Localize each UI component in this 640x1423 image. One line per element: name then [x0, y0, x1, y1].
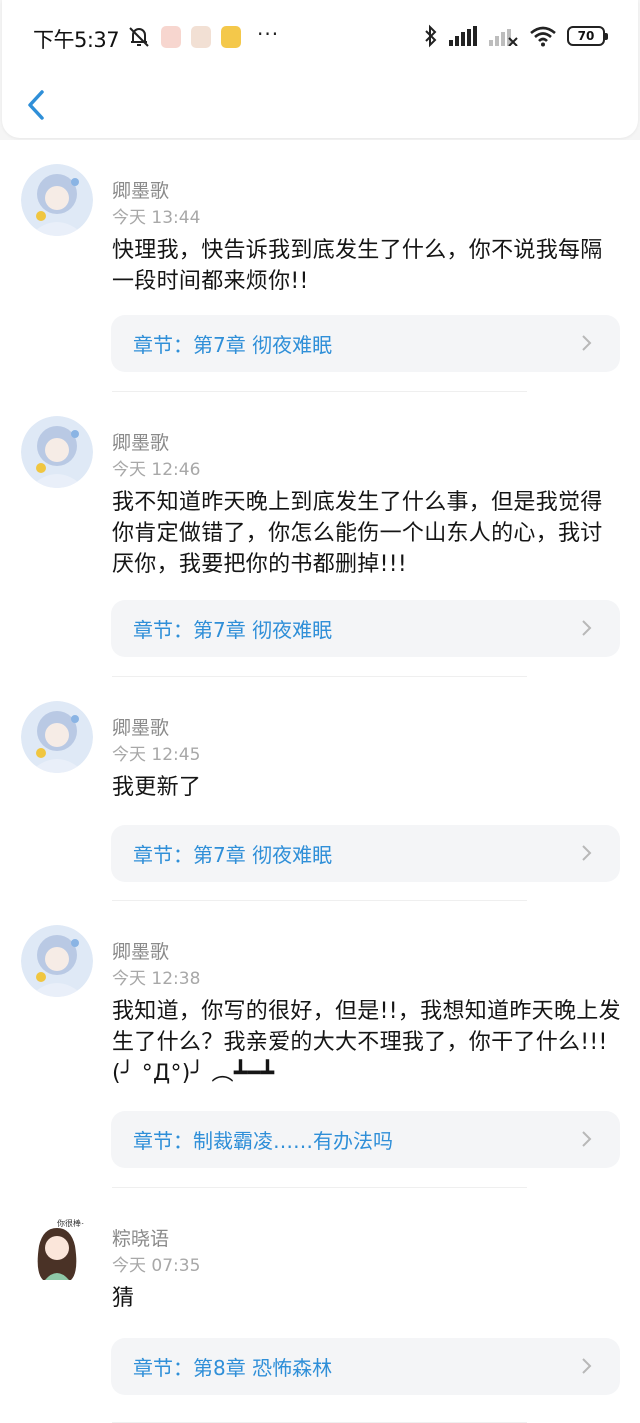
comment-item: 卿墨歌 今天 12:45 我更新了 章节：第7章 彻夜难眠 [0, 677, 640, 901]
avatar[interactable] [21, 416, 93, 488]
status-time: 下午5:37 [33, 28, 120, 52]
chapter-link[interactable]: 章节：第8章 恐怖森林 [111, 1338, 620, 1395]
chapter-label: 章节：第8章 恐怖森林 [133, 1356, 333, 1380]
chevron-right-icon [582, 335, 592, 351]
status-icons: 70 [423, 24, 608, 48]
chapter-link[interactable]: 章节：第7章 彻夜难眠 [111, 315, 620, 372]
signal-icon [449, 26, 477, 46]
avatar-caption: 你很棒~ [57, 1219, 88, 1228]
comment-author: 卿墨歌 [112, 941, 170, 963]
avatar[interactable] [21, 701, 93, 773]
chevron-right-icon [582, 1131, 592, 1147]
comment-item: 卿墨歌 今天 12:38 我知道，你写的很好，但是!!，我想知道昨天晚上发生了什… [0, 901, 640, 1188]
comment-author: 卿墨歌 [112, 432, 170, 454]
comment-time: 今天 12:45 [112, 745, 201, 765]
avatar[interactable] [21, 925, 93, 997]
more-notifications-icon: ··· [257, 22, 280, 46]
signal-empty-icon [489, 29, 518, 46]
avatar[interactable]: 你很棒~ [21, 1212, 93, 1284]
comment-text: 我知道，你写的很好，但是!!，我想知道昨天晚上发生了什么？我亲爱的大大不理我了，… [112, 999, 621, 1086]
chapter-label: 章节：第7章 彻夜难眠 [133, 333, 333, 357]
comment-time: 今天 12:38 [112, 969, 201, 989]
status-bar: 下午5:37 ··· 70 [0, 0, 640, 76]
chapter-link[interactable]: 章节：第7章 彻夜难眠 [111, 825, 620, 882]
notification-app-icon [161, 26, 181, 48]
comment-author: 卿墨歌 [112, 717, 170, 739]
notification-app-icon [191, 26, 211, 48]
bluetooth-icon [425, 24, 437, 48]
comment-text: 猜 [112, 1286, 135, 1311]
comment-time: 今天 13:44 [112, 208, 201, 228]
comment-text: 快理我，快告诉我到底发生了什么，你不说我每隔一段时间都来烦你!! [112, 238, 603, 294]
chapter-link[interactable]: 章节：第7章 彻夜难眠 [111, 600, 620, 657]
comment-author: 粽晓语 [112, 1228, 170, 1250]
comment-item: 你很棒~ 粽晓语 今天 07:35 猜 章节：第8章 恐怖森林 [0, 1188, 640, 1423]
comment-time: 今天 07:35 [112, 1256, 201, 1276]
chapter-link[interactable]: 章节：制裁霸凌……有办法吗 [111, 1111, 620, 1168]
comment-text: 我更新了 [112, 775, 202, 800]
comment-item: 卿墨歌 今天 12:46 我不知道昨天晚上到底发生了什么事，但是我觉得你肯定做错… [0, 392, 640, 677]
battery-indicator: 70 [567, 26, 608, 46]
chapter-label: 章节：第7章 彻夜难眠 [133, 843, 333, 867]
chevron-right-icon [582, 620, 592, 636]
notification-app-icon [221, 26, 241, 48]
chapter-label: 章节：制裁霸凌……有办法吗 [133, 1129, 393, 1153]
chapter-label: 章节：第7章 彻夜难眠 [133, 618, 333, 642]
avatar[interactable] [21, 164, 93, 236]
chevron-right-icon [582, 845, 592, 861]
comment-item: 卿墨歌 今天 13:44 快理我，快告诉我到底发生了什么，你不说我每隔一段时间都… [0, 140, 640, 392]
wifi-icon [530, 26, 556, 47]
mute-bell-icon [129, 27, 149, 47]
chevron-right-icon [582, 1358, 592, 1374]
comment-time: 今天 12:46 [112, 460, 201, 480]
comment-author: 卿墨歌 [112, 180, 170, 202]
comment-text: 我不知道昨天晚上到底发生了什么事，但是我觉得你肯定做错了，你怎么能伤一个山东人的… [112, 490, 603, 577]
back-button[interactable] [20, 84, 56, 126]
